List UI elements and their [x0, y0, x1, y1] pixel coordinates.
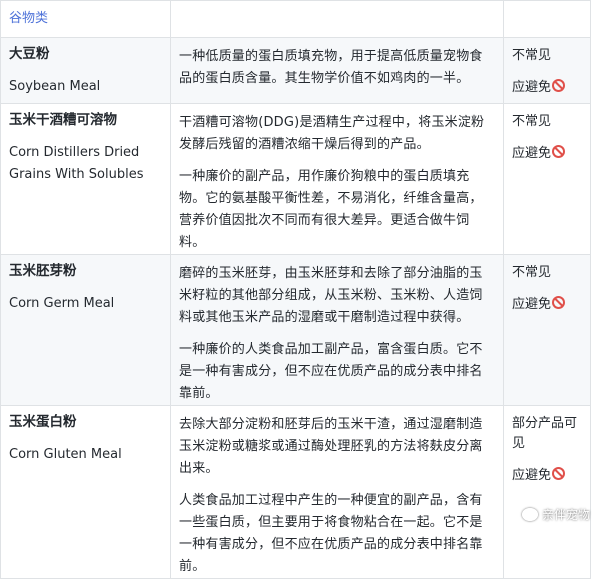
ingredient-table: 谷物类 大豆粉 Soybean Meal 一种低质量的蛋白质填充物，用于提高低质… — [0, 0, 591, 579]
table-row: 玉米蛋白粉 Corn Gluten Meal 去除大部分淀粉和胚芽后的玉米干渣，… — [0, 405, 591, 579]
status-cell: 不常见 应避免 — [503, 103, 591, 255]
ingredient-name-en: Corn Germ Meal — [9, 296, 115, 311]
advice-label: 应避免 — [512, 146, 552, 161]
table-row: 玉米干酒糟可溶物 Corn Distillers Dried Grains Wi… — [0, 103, 591, 255]
description-paragraph: 磨碎的玉米胚芽，由玉米胚芽和去除了部分油脂的玉米籽粒的其他部分组成，从玉米粉、玉… — [179, 266, 483, 325]
ingredient-name-zh: 玉米胚芽粉 — [9, 263, 77, 279]
table-row: 玉米胚芽粉 Corn Germ Meal 磨碎的玉米胚芽，由玉米胚芽和去除了部分… — [0, 254, 591, 406]
category-cell: 谷物类 — [0, 0, 171, 38]
frequency-text: 部分产品可见 — [512, 416, 578, 451]
advice-text: 应避免 — [512, 144, 582, 164]
advice-label: 应避免 — [512, 80, 552, 95]
ingredient-name-cell: 玉米蛋白粉 Corn Gluten Meal — [0, 405, 171, 579]
description-cell: 一种低质量的蛋白质填充物，用于提高低质量宠物食品的蛋白质含量。其生物学价值不如鸡… — [170, 37, 504, 104]
description-paragraph: 一种低质量的蛋白质填充物，用于提高低质量宠物食品的蛋白质含量。其生物学价值不如鸡… — [179, 49, 483, 86]
description-cell: 磨碎的玉米胚芽，由玉米胚芽和去除了部分油脂的玉米籽粒的其他部分组成，从玉米粉、玉… — [170, 254, 504, 406]
description-cell: 去除大部分淀粉和胚芽后的玉米干渣，通过湿磨制造玉米淀粉或糖浆或通过酶处理胚乳的方… — [170, 405, 504, 579]
category-label: 谷物类 — [9, 11, 49, 26]
ingredient-name-cell: 大豆粉 Soybean Meal — [0, 37, 171, 104]
status-cell: 部分产品可见 应避免 — [503, 405, 591, 579]
advice-label: 应避免 — [512, 468, 552, 483]
no-entry-icon — [552, 467, 566, 480]
description-paragraph: 干酒糟可溶物(DDG)是酒精生产过程中，将玉米淀粉发酵后残留的酒糟浓缩干燥后得到… — [179, 115, 485, 152]
no-entry-icon — [552, 145, 566, 158]
advice-text: 应避免 — [512, 295, 582, 315]
ingredient-name-zh: 玉米蛋白粉 — [9, 414, 77, 430]
frequency-text: 不常见 — [512, 265, 552, 280]
description-paragraph: 人类食品加工过程中产生的一种便宜的副产品，含有一些蛋白质，但主要用于将食物粘合在… — [179, 493, 483, 574]
wechat-icon — [521, 508, 538, 521]
frequency-text: 不常见 — [512, 48, 552, 63]
description-paragraph: 一种廉价的副产品，用作廉价狗粮中的蛋白质填充物。它的氨基酸平衡性差，不易消化，纤… — [179, 169, 483, 250]
advice-text: 应避免 — [512, 466, 582, 486]
ingredient-name-en: Soybean Meal — [9, 79, 101, 94]
no-entry-icon — [552, 79, 566, 92]
empty-cell — [503, 0, 591, 38]
description-paragraph: 去除大部分淀粉和胚芽后的玉米干渣，通过湿磨制造玉米淀粉或糖浆或通过酶处理胚乳的方… — [179, 417, 483, 476]
watermark: 亲伴宠物 — [521, 506, 590, 523]
advice-text: 应避免 — [512, 78, 582, 98]
empty-cell — [170, 0, 504, 38]
ingredient-name-en: Corn Distillers Dried Grains With Solubl… — [9, 145, 144, 182]
frequency-text: 不常见 — [512, 114, 552, 129]
description-cell: 干酒糟可溶物(DDG)是酒精生产过程中，将玉米淀粉发酵后残留的酒糟浓缩干燥后得到… — [170, 103, 504, 255]
advice-label: 应避免 — [512, 297, 552, 312]
no-entry-icon — [552, 296, 566, 309]
description-paragraph: 一种廉价的人类食品加工副产品，富含蛋白质。它不是一种有害成分，但不应在优质产品的… — [179, 342, 483, 401]
ingredient-name-en: Corn Gluten Meal — [9, 447, 122, 462]
ingredient-name-zh: 大豆粉 — [9, 46, 50, 62]
table-row: 大豆粉 Soybean Meal 一种低质量的蛋白质填充物，用于提高低质量宠物食… — [0, 37, 591, 104]
watermark-text: 亲伴宠物 — [541, 508, 590, 522]
ingredient-name-cell: 玉米胚芽粉 Corn Germ Meal — [0, 254, 171, 406]
status-cell: 不常见 应避免 — [503, 254, 591, 406]
ingredient-name-zh: 玉米干酒糟可溶物 — [9, 112, 117, 128]
status-cell: 不常见 应避免 — [503, 37, 591, 104]
ingredient-name-cell: 玉米干酒糟可溶物 Corn Distillers Dried Grains Wi… — [0, 103, 171, 255]
category-row: 谷物类 — [0, 0, 591, 38]
